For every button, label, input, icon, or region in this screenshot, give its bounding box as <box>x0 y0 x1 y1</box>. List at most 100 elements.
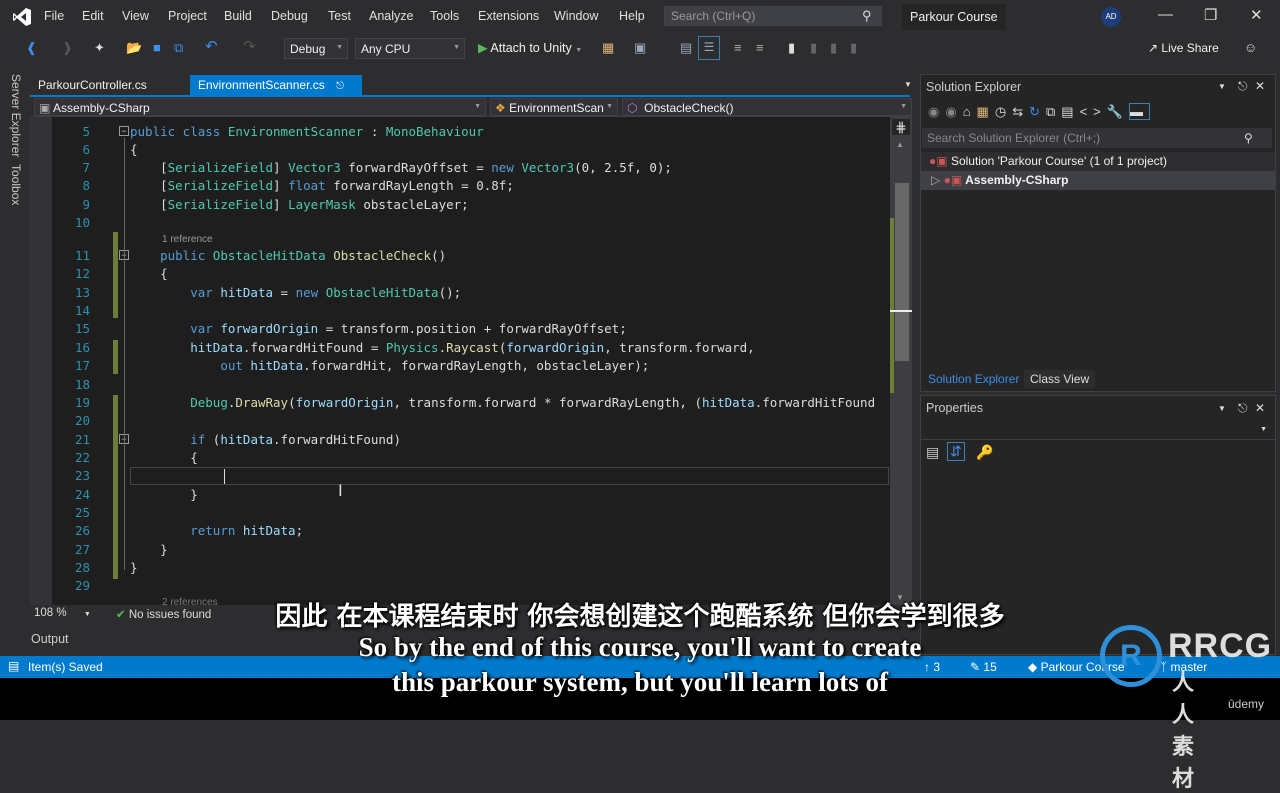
expand-icon[interactable]: ▷ <box>931 173 940 187</box>
menu-project[interactable]: Project <box>168 9 207 23</box>
restore-icon[interactable]: ❐ <box>1204 6 1217 24</box>
switch-views-icon[interactable]: ▦ <box>977 104 995 119</box>
categorized-icon[interactable]: ▤ <box>926 444 939 461</box>
close-panel-icon[interactable]: ✕ <box>1255 79 1265 93</box>
search-icon[interactable]: ⚲ <box>1244 131 1253 145</box>
code-line[interactable]: public class EnvironmentScanner : MonoBe… <box>130 124 484 139</box>
pin-icon[interactable]: ⎋ <box>1238 79 1248 94</box>
close-window-icon[interactable]: ✕ <box>1250 6 1263 24</box>
minimize-icon[interactable]: — <box>1158 6 1173 23</box>
member-select[interactable]: ⬡ ObstacleCheck() ▼ <box>622 98 912 116</box>
tab-environment-scanner[interactable]: EnvironmentScanner.cs ⎋ ✕ <box>190 75 362 106</box>
pending-changes-filter-icon[interactable]: ◷ <box>995 104 1012 119</box>
sync-icon[interactable]: ⇆ <box>1012 104 1029 119</box>
menu-help[interactable]: Help <box>619 9 645 23</box>
code-line[interactable]: { <box>130 142 138 157</box>
feedback-icon[interactable]: ☺ <box>1244 40 1257 55</box>
show-all-files-icon[interactable]: ▤ <box>1061 104 1079 119</box>
forward-icon[interactable]: ❱ <box>62 40 73 56</box>
back-icon[interactable]: ❰ <box>26 40 37 56</box>
scroll-up-icon[interactable]: ▲ <box>896 140 904 149</box>
code-line[interactable]: } <box>130 487 198 502</box>
step-into-icon[interactable]: ▤ <box>680 40 692 56</box>
alphabetical-icon[interactable]: ⇵ <box>947 442 965 461</box>
class-select[interactable]: ❖ EnvironmentScan ▼ <box>490 98 618 116</box>
tree-item-solution[interactable]: ●▣ Solution 'Parkour Course' (1 of 1 pro… <box>921 152 1275 171</box>
panel-menu-icon[interactable]: ▼ <box>1218 82 1226 91</box>
code-line[interactable]: out hitData.forwardHit, forwardRayLength… <box>130 358 649 373</box>
open-folder-icon[interactable]: 📂 <box>126 40 142 56</box>
tree-item-project[interactable]: ▷ ●▣ Assembly-CSharp <box>921 171 1275 190</box>
menu-debug[interactable]: Debug <box>271 9 308 23</box>
browser-link-icon[interactable]: ▣ <box>634 40 646 56</box>
comment-icon[interactable]: ≡ <box>756 40 764 55</box>
menu-test[interactable]: Test <box>328 9 351 23</box>
pin-icon[interactable]: ⎋ <box>1238 401 1248 416</box>
redo-icon[interactable]: ↷ <box>243 37 256 55</box>
save-icon[interactable]: ■ <box>153 40 161 55</box>
solution-search-input[interactable]: Search Solution Explorer (Ctrl+;) <box>922 128 1272 148</box>
prev-bookmark-icon[interactable]: ▮ <box>810 40 817 56</box>
user-avatar[interactable]: AD <box>1101 7 1121 27</box>
configuration-select[interactable]: Debug ▼ <box>284 38 348 59</box>
code-line[interactable]: { <box>130 450 198 465</box>
tab-class-view[interactable]: Class View <box>1024 370 1096 388</box>
property-pages-icon[interactable]: 🔑 <box>976 444 993 461</box>
server-explorer-tab[interactable]: Server Explorer <box>9 74 23 157</box>
preview-icon[interactable]: ▬ <box>1128 103 1150 120</box>
toggle-outline-icon[interactable]: ☰ <box>698 36 720 60</box>
project-select[interactable]: ▣ Assembly-CSharp ▼ <box>34 98 486 116</box>
forward-icon[interactable]: ◉ <box>945 104 962 119</box>
collapse-all-icon[interactable]: ⧉ <box>1046 104 1061 119</box>
next-bookmark-icon[interactable]: ▮ <box>830 40 837 56</box>
menu-view[interactable]: View <box>122 9 149 23</box>
code-line[interactable]: return hitData; <box>130 523 303 538</box>
code-line[interactable]: public ObstacleHitData ObstacleCheck() <box>130 248 446 263</box>
clear-bookmarks-icon[interactable]: ▮ <box>850 40 857 56</box>
code-line[interactable]: } <box>130 542 168 557</box>
home-icon[interactable]: ⌂ <box>963 104 977 119</box>
pin-icon[interactable]: ⎋ <box>336 81 344 92</box>
code-line[interactable]: if (hitData.forwardHitFound) <box>130 432 401 447</box>
code-line[interactable]: Debug.DrawRay(forwardOrigin, transform.f… <box>130 395 875 410</box>
properties-icon[interactable]: 🔧 <box>1107 104 1129 119</box>
indent-icon[interactable]: ≡ <box>734 40 742 55</box>
save-all-icon[interactable]: ⧉ <box>174 40 183 56</box>
panel-menu-icon[interactable]: ▼ <box>1218 404 1226 413</box>
menu-tools[interactable]: Tools <box>430 9 459 23</box>
find-in-files-icon[interactable]: ▦ <box>602 40 614 56</box>
code-line[interactable]: { <box>130 266 168 281</box>
code-line[interactable]: [SerializeField] Vector3 forwardRayOffse… <box>130 160 672 175</box>
split-window-icon[interactable]: ⋕ <box>892 119 910 135</box>
attach-to-unity-button[interactable]: ▶ Attach to Unity ▼ <box>478 40 582 55</box>
code-line[interactable]: var forwardOrigin = transform.position +… <box>130 321 627 336</box>
search-input[interactable]: Search (Ctrl+Q) <box>664 6 882 26</box>
reference-count-lens[interactable]: 1 reference <box>162 234 213 245</box>
menu-edit[interactable]: Edit <box>82 9 104 23</box>
code-line[interactable]: } <box>130 560 138 575</box>
toolbox-tab[interactable]: Toolbox <box>9 164 23 205</box>
code-line[interactable]: [SerializeField] LayerMask obstacleLayer… <box>130 197 469 212</box>
new-item-icon[interactable]: ✦ <box>94 40 105 56</box>
back-icon[interactable]: ◉ <box>928 104 945 119</box>
close-panel-icon[interactable]: ✕ <box>1255 401 1265 415</box>
live-share-button[interactable]: ↗ Live Share <box>1148 41 1219 55</box>
scrollbar-thumb[interactable] <box>895 183 909 361</box>
menu-file[interactable]: File <box>44 9 64 23</box>
code-line[interactable]: [SerializeField] float forwardRayLength … <box>130 178 514 193</box>
tab-parkour-controller[interactable]: ParkourController.cs <box>30 75 155 96</box>
menu-extensions[interactable]: Extensions <box>478 9 539 23</box>
object-select[interactable]: ▼ <box>921 420 1275 440</box>
menu-build[interactable]: Build <box>224 9 252 23</box>
menu-analyze[interactable]: Analyze <box>369 9 413 23</box>
search-icon[interactable]: ⚲ <box>862 8 872 24</box>
platform-select[interactable]: Any CPU ▼ <box>355 38 465 59</box>
tab-overflow-icon[interactable]: ▼ <box>904 80 912 89</box>
menu-window[interactable]: Window <box>554 9 598 23</box>
code-line[interactable]: var hitData = new ObstacleHitData(); <box>130 285 461 300</box>
collapse-icon[interactable]: − <box>119 126 129 136</box>
tab-solution-explorer[interactable]: Solution Explorer <box>922 370 1025 388</box>
undo-icon[interactable]: ↶ <box>205 37 218 55</box>
bookmark-icon[interactable]: ▮ <box>788 40 795 56</box>
view-code-icon[interactable]: <> <box>1080 104 1107 119</box>
